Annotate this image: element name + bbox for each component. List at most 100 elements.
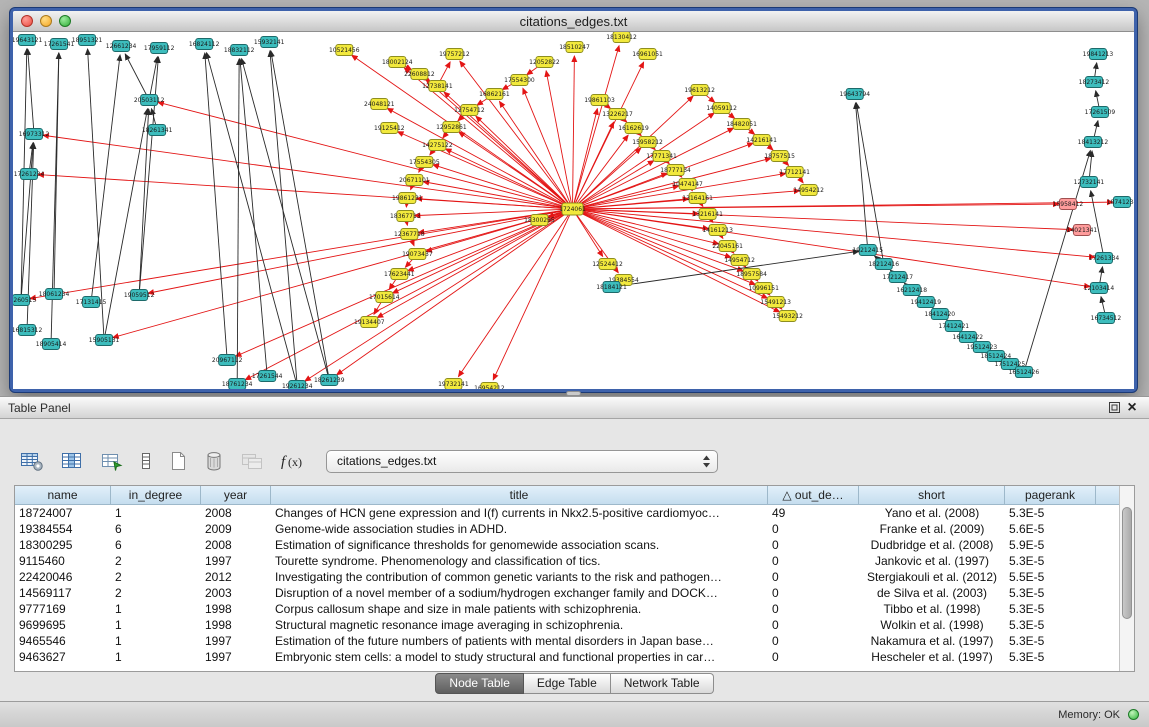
cell-pagerank: 5.3E-5 bbox=[1005, 617, 1096, 633]
graph-edge[interactable] bbox=[139, 109, 149, 295]
graph-edge[interactable] bbox=[104, 109, 147, 340]
graph-node-label: 17131415 bbox=[76, 299, 107, 306]
cell-out_de: 0 bbox=[768, 585, 859, 601]
graph-edge[interactable] bbox=[237, 59, 239, 384]
graph-edge[interactable] bbox=[1091, 191, 1104, 258]
table-columns-button[interactable] bbox=[58, 448, 86, 474]
table-row[interactable]: 946554611997Estimation of the future num… bbox=[15, 633, 1119, 649]
window-titlebar[interactable]: citations_edges.txt bbox=[13, 11, 1134, 32]
table-row[interactable]: 977716911998Corpus callosum shape and si… bbox=[15, 601, 1119, 617]
table-settings-button[interactable] bbox=[18, 448, 46, 474]
graph-node-label: 18412420 bbox=[925, 311, 956, 318]
cell-short: Jankovic et al. (1997) bbox=[859, 553, 1005, 569]
column-header-title[interactable]: title bbox=[271, 486, 768, 505]
graph-edge[interactable] bbox=[28, 49, 34, 134]
graph-node-label: 13226217 bbox=[602, 111, 633, 118]
graph-node-label: 19861231 bbox=[392, 195, 423, 202]
graph-node-label: 12754712 bbox=[454, 107, 485, 114]
network-graph[interactable]: 1724061185102471205282217554300168621611… bbox=[13, 32, 1134, 389]
cell-in_degree: 1 bbox=[111, 649, 201, 665]
graph-edge[interactable] bbox=[54, 53, 59, 294]
graph-edge[interactable] bbox=[572, 135, 628, 209]
graph-node-label: 17261234 bbox=[14, 171, 45, 178]
graph-node-label: 24048121 bbox=[364, 101, 395, 108]
table-row[interactable]: 1938455462009Genome-wide association stu… bbox=[15, 521, 1119, 537]
graph-node-label: 19841213 bbox=[1083, 51, 1114, 58]
tab-network-table[interactable]: Network Table bbox=[611, 673, 714, 694]
column-header-name[interactable]: name bbox=[15, 486, 111, 505]
cell-pagerank: 5.3E-5 bbox=[1005, 585, 1096, 601]
network-canvas[interactable]: 1724061185102471205282217554300168621611… bbox=[13, 32, 1134, 389]
graph-edge[interactable] bbox=[572, 204, 1058, 209]
graph-node-label: 19134407 bbox=[354, 319, 385, 326]
tab-edge-table[interactable]: Edge Table bbox=[524, 673, 611, 694]
graph-edge[interactable] bbox=[125, 54, 149, 100]
graph-node-label: 14275122 bbox=[422, 142, 453, 149]
graph-edge[interactable] bbox=[148, 209, 573, 293]
table-row[interactable]: 1830029562008Estimation of significance … bbox=[15, 537, 1119, 553]
cell-pagerank: 5.3E-5 bbox=[1005, 505, 1096, 521]
combo-updown-icon bbox=[702, 454, 711, 469]
graph-edge[interactable] bbox=[242, 59, 330, 380]
column-header-out_de[interactable]: △ out_de… bbox=[768, 486, 859, 505]
column-header-pagerank[interactable]: pagerank bbox=[1005, 486, 1096, 505]
tab-node-table[interactable]: Node Table bbox=[435, 673, 524, 694]
delete-button[interactable] bbox=[202, 448, 226, 474]
graph-node-label: 22608812 bbox=[404, 71, 435, 78]
cell-name: 9465546 bbox=[15, 633, 111, 649]
graph-node-label: 14216141 bbox=[746, 137, 777, 144]
graph-edge[interactable] bbox=[855, 103, 867, 250]
table-row[interactable]: 2242004622012Investigating the contribut… bbox=[15, 569, 1119, 585]
table-row[interactable]: 969969511998Structural magnetic resonanc… bbox=[15, 617, 1119, 633]
graph-edge[interactable] bbox=[476, 116, 573, 209]
cell-year: 2003 bbox=[201, 585, 271, 601]
graph-edge[interactable] bbox=[271, 51, 329, 380]
graph-edge[interactable] bbox=[856, 103, 884, 264]
graph-node-label: 14059112 bbox=[706, 105, 737, 112]
merge-tables-button bbox=[238, 448, 266, 474]
graph-node-label: 16954212 bbox=[474, 385, 505, 389]
float-panel-icon[interactable] bbox=[1105, 400, 1123, 416]
cell-name: 22420046 bbox=[15, 569, 111, 585]
column-header-in_degree[interactable]: in_degree bbox=[111, 486, 201, 505]
graph-edge[interactable] bbox=[572, 109, 597, 209]
table-row[interactable]: 911546021997Tourette syndrome. Phenomeno… bbox=[15, 553, 1119, 569]
graph-edge[interactable] bbox=[139, 57, 158, 295]
graph-edge[interactable] bbox=[158, 102, 573, 209]
graph-node-label: 19212415 bbox=[852, 247, 883, 254]
graph-node-label: 14021341 bbox=[1067, 227, 1098, 234]
minimize-window-icon[interactable] bbox=[40, 15, 52, 27]
cell-in_degree: 1 bbox=[111, 601, 201, 617]
graph-edge[interactable] bbox=[149, 57, 157, 100]
cell-short: Stergiakouli et al. (2012) bbox=[859, 569, 1005, 585]
table-scrollbar[interactable] bbox=[1119, 486, 1134, 671]
cell-out_de: 0 bbox=[768, 633, 859, 649]
graph-node-label: 17959112 bbox=[144, 45, 175, 52]
graph-node-label: 12732141 bbox=[1074, 179, 1105, 186]
graph-node-label: 18741234 bbox=[1107, 199, 1134, 206]
graph-edge[interactable] bbox=[337, 209, 573, 375]
table-select-combo[interactable]: citations_edges.txt bbox=[326, 450, 718, 473]
graph-edge[interactable] bbox=[240, 59, 267, 376]
function-button[interactable]: f(x) bbox=[278, 449, 310, 473]
graph-edge[interactable] bbox=[43, 135, 573, 209]
table-import-button[interactable] bbox=[98, 448, 126, 474]
table-row[interactable]: 1456911722003Disruption of a novel membe… bbox=[15, 585, 1119, 601]
table-row[interactable]: 946362711997Embryonic stem cells: a mode… bbox=[15, 649, 1119, 665]
close-panel-icon[interactable]: × bbox=[1123, 400, 1141, 416]
table-rows-button[interactable] bbox=[138, 448, 154, 474]
new-document-button[interactable] bbox=[166, 448, 190, 474]
table-row[interactable]: 1872400712008Changes of HCN gene express… bbox=[15, 505, 1119, 521]
graph-node-label: 20671101 bbox=[399, 177, 430, 184]
table-scrollbar-thumb[interactable] bbox=[1122, 507, 1132, 619]
zoom-window-icon[interactable] bbox=[59, 15, 71, 27]
graph-edge[interactable] bbox=[205, 53, 227, 360]
graph-edge[interactable] bbox=[523, 88, 573, 209]
column-header-short[interactable]: short bbox=[859, 486, 1005, 505]
column-header-year[interactable]: year bbox=[201, 486, 271, 505]
cell-pagerank: 5.3E-5 bbox=[1005, 553, 1096, 569]
close-window-icon[interactable] bbox=[21, 15, 33, 27]
cell-in_degree: 2 bbox=[111, 585, 201, 601]
graph-edge[interactable] bbox=[572, 56, 574, 209]
graph-edge[interactable] bbox=[38, 175, 572, 209]
